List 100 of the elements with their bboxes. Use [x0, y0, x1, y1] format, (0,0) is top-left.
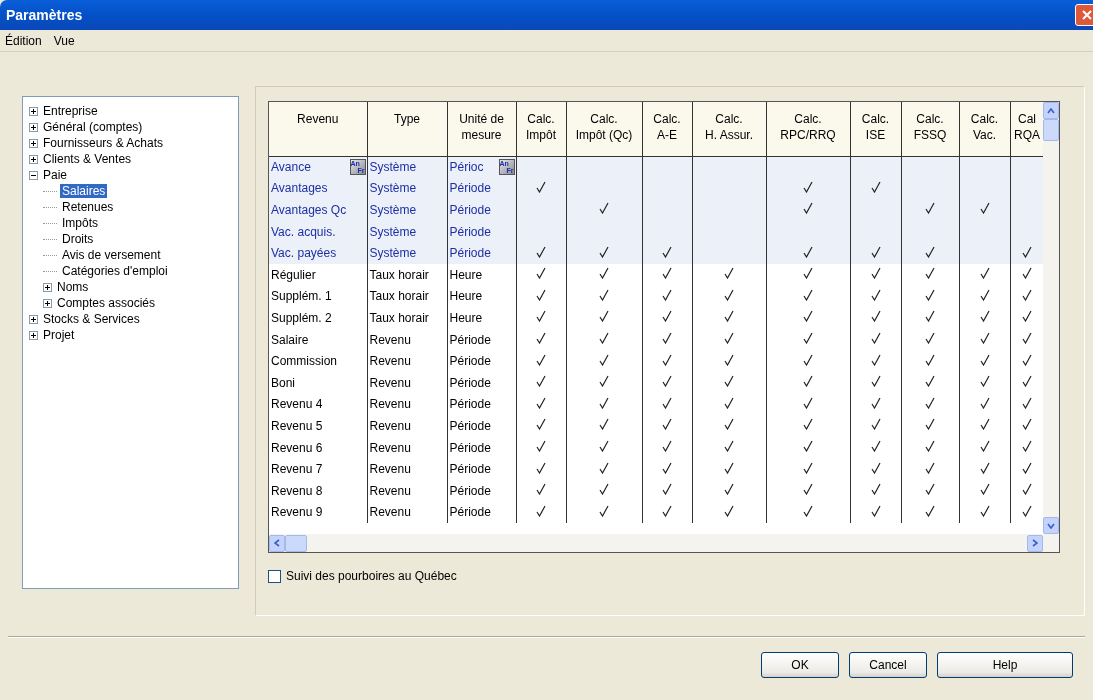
scroll-up-button[interactable] — [1043, 102, 1059, 119]
check-mark — [1022, 418, 1032, 431]
collapse-icon[interactable] — [29, 170, 38, 180]
check-cell[interactable] — [766, 242, 850, 264]
tree-item[interactable]: Stocks & Services — [41, 312, 142, 326]
scroll-down-button[interactable] — [1043, 517, 1059, 534]
check-mark — [979, 440, 990, 452]
menu-item[interactable]: Édition — [5, 33, 42, 48]
menu-item[interactable]: Vue — [53, 33, 75, 48]
check-mark — [925, 375, 935, 388]
scroll-thumb[interactable] — [1043, 119, 1059, 141]
column-header[interactable]: Calc. Vac. — [959, 102, 1010, 156]
check-mark — [870, 245, 881, 258]
check-mark — [1022, 245, 1032, 258]
column-header[interactable]: Calc. ISE — [850, 102, 901, 156]
table-cell: Vac. acquis. — [269, 220, 367, 243]
expand-icon[interactable] — [43, 282, 52, 292]
check-cell[interactable] — [850, 242, 901, 264]
dialog-button[interactable]: Help — [937, 652, 1073, 678]
column-header[interactable]: Calc. RPC/RRQ — [766, 102, 850, 156]
column-header[interactable]: Cal RQA — [1010, 102, 1043, 156]
column-header[interactable]: Calc. Impôt — [516, 102, 566, 156]
check-mark — [803, 461, 813, 474]
tree-item[interactable]: Noms — [55, 280, 91, 294]
check-mark — [870, 396, 881, 409]
table-cell: Supplém. 1 — [269, 285, 367, 308]
close-icon — [1081, 9, 1093, 21]
check-cell[interactable] — [959, 242, 1010, 264]
expand-icon[interactable] — [29, 330, 38, 340]
tree-item[interactable]: Comptes associés — [55, 296, 158, 310]
scroll-left-button[interactable] — [269, 534, 285, 552]
check-mark — [870, 375, 881, 388]
tree-item[interactable]: Projet — [41, 328, 77, 342]
scroll-right-button[interactable] — [1027, 534, 1043, 552]
check-mark — [1022, 483, 1032, 496]
column-header[interactable]: Calc. Impôt (Qc) — [566, 102, 642, 156]
tree-item[interactable]: Droits — [60, 232, 96, 246]
table-cell: Régulier — [269, 263, 367, 286]
check-mark — [1022, 267, 1032, 280]
tree-item[interactable]: Catégories d'emploi — [60, 264, 170, 278]
check-mark — [599, 288, 609, 301]
check-cell[interactable] — [1010, 242, 1043, 264]
check-mark — [979, 504, 990, 517]
check-cell[interactable] — [642, 242, 692, 264]
check-mark — [724, 440, 734, 452]
dialog-button[interactable]: Cancel — [849, 652, 927, 678]
check-mark — [536, 396, 546, 409]
tree-item[interactable]: Avis de versement — [60, 248, 163, 262]
check-mark — [536, 461, 546, 474]
check-mark — [599, 418, 609, 431]
check-mark — [599, 202, 609, 215]
tree-item[interactable]: Entreprise — [41, 104, 100, 118]
column-header[interactable]: Revenu — [269, 102, 367, 156]
check-mark — [1022, 375, 1032, 388]
check-mark — [599, 396, 609, 409]
column-header[interactable]: Calc. H. Assur. — [692, 102, 766, 156]
tree-item[interactable]: Impôts — [60, 216, 100, 230]
vertical-scrollbar[interactable] — [1043, 102, 1059, 534]
check-mark — [870, 310, 881, 323]
table-cell: Revenu 5 — [269, 415, 367, 437]
table-cell: Revenu 9 — [269, 501, 367, 524]
tree-item[interactable]: Salaires — [60, 184, 108, 198]
scrollbar-corner — [1043, 534, 1059, 552]
check-mark — [925, 353, 935, 366]
column-header[interactable]: Calc. A-E — [642, 102, 692, 156]
column-header[interactable]: Calc. FSSQ — [901, 102, 959, 156]
check-cell[interactable] — [692, 242, 766, 264]
check-mark — [599, 332, 609, 345]
check-mark — [870, 418, 881, 431]
check-mark — [662, 504, 672, 517]
check-mark — [1022, 332, 1032, 345]
check-cell[interactable] — [901, 242, 959, 264]
expand-icon[interactable] — [29, 138, 38, 148]
horizontal-scrollbar[interactable] — [269, 534, 1043, 552]
expand-icon[interactable] — [29, 154, 38, 164]
column-header[interactable]: Type — [367, 102, 447, 156]
tree-item[interactable]: Retenues — [60, 200, 116, 214]
checkbox[interactable] — [268, 569, 281, 583]
check-mark — [925, 418, 935, 431]
check-cell[interactable] — [566, 242, 642, 264]
tree-item[interactable]: Fournisseurs & Achats — [41, 136, 166, 150]
table-cell: Période — [447, 199, 516, 221]
expand-icon[interactable] — [29, 314, 38, 324]
tree-item[interactable]: Paie — [41, 168, 70, 182]
close-button[interactable] — [1075, 4, 1093, 26]
expand-icon[interactable] — [29, 106, 38, 116]
column-header[interactable]: Unité de mesure — [447, 102, 516, 156]
check-cell[interactable] — [516, 242, 566, 264]
expand-icon[interactable] — [43, 298, 52, 308]
dialog-button[interactable]: OK — [761, 652, 839, 678]
expand-icon[interactable] — [29, 122, 38, 132]
check-mark — [803, 375, 813, 388]
check-mark — [662, 310, 672, 323]
check-mark — [979, 353, 990, 366]
table-cell: Revenu — [367, 415, 447, 437]
tree-item[interactable]: Général (comptes) — [41, 120, 145, 134]
check-mark — [662, 332, 672, 345]
scroll-thumb[interactable] — [285, 534, 307, 552]
tips-checkbox[interactable]: Suivi des pourboires au Québec — [268, 569, 1062, 583]
tree-item[interactable]: Clients & Ventes — [41, 152, 134, 166]
